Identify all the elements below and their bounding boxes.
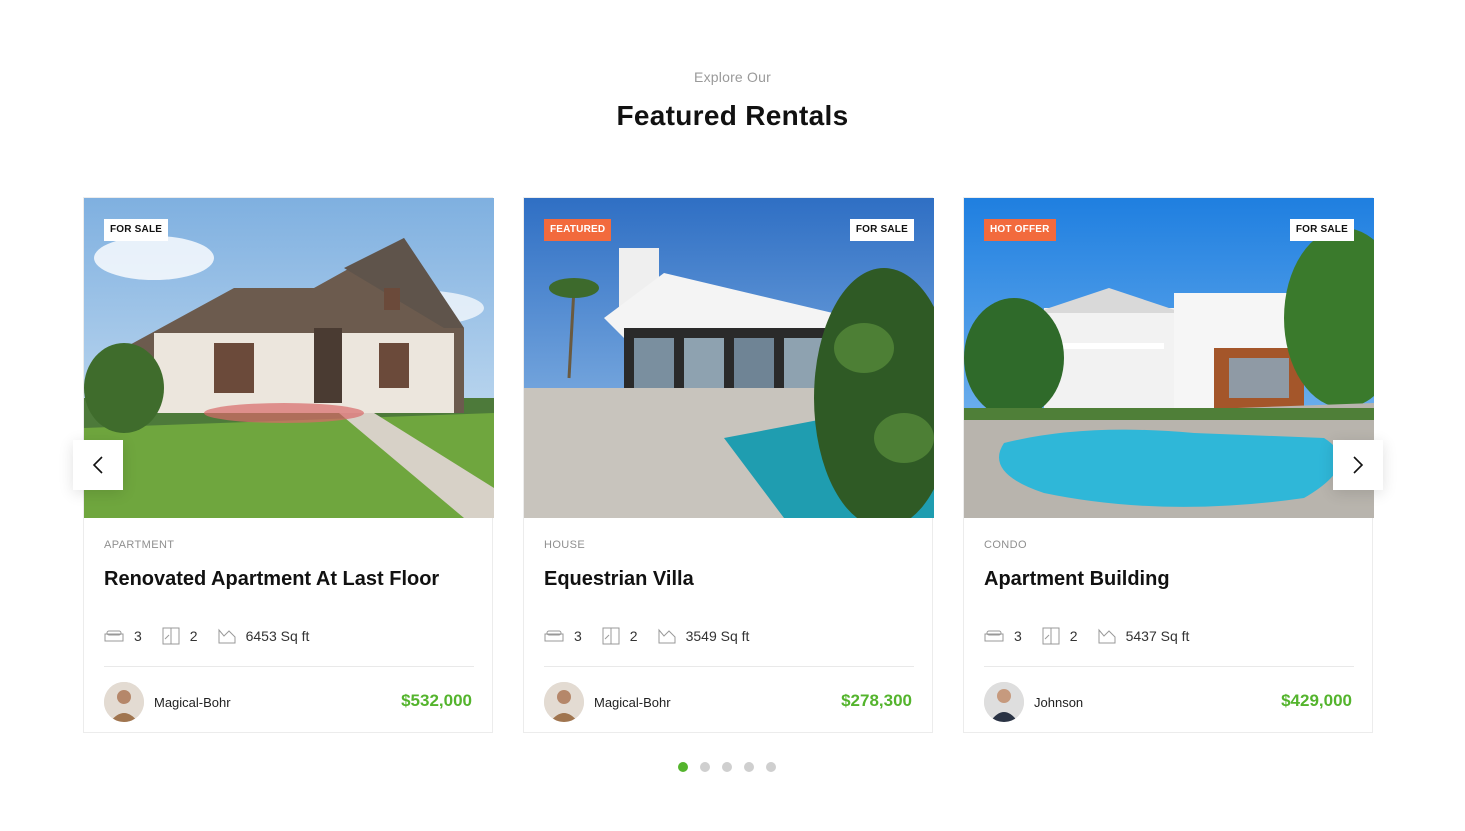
badge-hot-offer: HOT OFFER [984,219,1056,241]
property-card[interactable]: FEATURED FOR SALE HOUSE Equestrian Villa… [523,197,934,733]
agent-name[interactable]: Magical-Bohr [154,695,231,710]
property-photo[interactable]: FOR SALE [84,198,494,518]
bath-icon [1042,627,1060,645]
property-title[interactable]: Equestrian Villa [544,568,914,591]
property-card[interactable]: FOR SALE APARTMENT Renovated Apartment A… [83,197,494,733]
carousel-next-button[interactable] [1333,440,1383,490]
baths-count: 2 [189,628,198,644]
baths-count: 2 [629,628,638,644]
beds-meta: 3 [104,628,142,644]
area-icon [1098,628,1116,644]
beds-count: 3 [1014,628,1022,644]
property-meta: 3 2 5437 Sq ft [984,626,1209,646]
pagination-dot[interactable] [678,762,688,772]
pagination-dot[interactable] [700,762,710,772]
property-price: $278,300 [841,691,912,710]
beds-meta: 3 [984,628,1022,644]
area-meta: 3549 Sq ft [658,628,750,644]
bath-icon [162,627,180,645]
property-category: APARTMENT [104,539,175,551]
bed-icon [544,630,564,642]
badge-for-sale: FOR SALE [849,219,914,241]
card-divider [544,666,914,667]
pagination-dot[interactable] [744,762,754,772]
agent-name[interactable]: Johnson [1034,695,1083,710]
area-meta: 5437 Sq ft [1098,628,1190,644]
section-title: Featured Rentals [616,100,849,131]
badge-featured: FEATURED [544,219,612,241]
baths-count: 2 [1069,628,1078,644]
baths-meta: 2 [162,627,198,645]
badge-for-sale: FOR SALE [1289,219,1354,241]
beds-meta: 3 [544,628,582,644]
area-icon [658,628,676,644]
chevron-left-icon [92,456,103,474]
property-category: CONDO [984,539,1027,551]
baths-meta: 2 [602,627,638,645]
carousel-prev-button[interactable] [73,440,123,490]
agent-name[interactable]: Magical-Bohr [594,695,671,710]
property-category: HOUSE [544,539,586,551]
carousel-pagination [678,762,788,772]
bed-icon [984,630,1004,642]
beds-count: 3 [134,628,142,644]
avatar[interactable] [104,682,144,722]
pagination-dot[interactable] [766,762,776,772]
card-divider [104,666,474,667]
property-price: $429,000 [1281,691,1352,710]
property-title[interactable]: Renovated Apartment At Last Floor [104,568,474,591]
area-meta: 6453 Sq ft [218,628,310,644]
property-meta: 3 2 3549 Sq ft [544,626,769,646]
area-icon [218,628,236,644]
baths-meta: 2 [1042,627,1078,645]
area-value: 3549 Sq ft [685,628,750,644]
agent[interactable]: Magical-Bohr [104,682,231,722]
area-value: 6453 Sq ft [245,628,310,644]
property-photo[interactable]: HOT OFFER FOR SALE [964,198,1374,518]
area-value: 5437 Sq ft [1125,628,1190,644]
card-divider [984,666,1354,667]
badge-for-sale: FOR SALE [104,219,169,241]
property-title[interactable]: Apartment Building [984,568,1354,591]
bed-icon [104,630,124,642]
agent[interactable]: Johnson [984,682,1083,722]
property-card[interactable]: HOT OFFER FOR SALE CONDO Apartment Build… [963,197,1374,733]
avatar[interactable] [984,682,1024,722]
property-price: $532,000 [401,691,472,710]
section-eyebrow: Explore Our [694,69,771,85]
pagination-dot[interactable] [722,762,732,772]
agent[interactable]: Magical-Bohr [544,682,671,722]
property-meta: 3 2 6453 Sq ft [104,626,329,646]
avatar[interactable] [544,682,584,722]
chevron-right-icon [1353,456,1364,474]
beds-count: 3 [574,628,582,644]
bath-icon [602,627,620,645]
property-photo[interactable]: FEATURED FOR SALE [524,198,934,518]
